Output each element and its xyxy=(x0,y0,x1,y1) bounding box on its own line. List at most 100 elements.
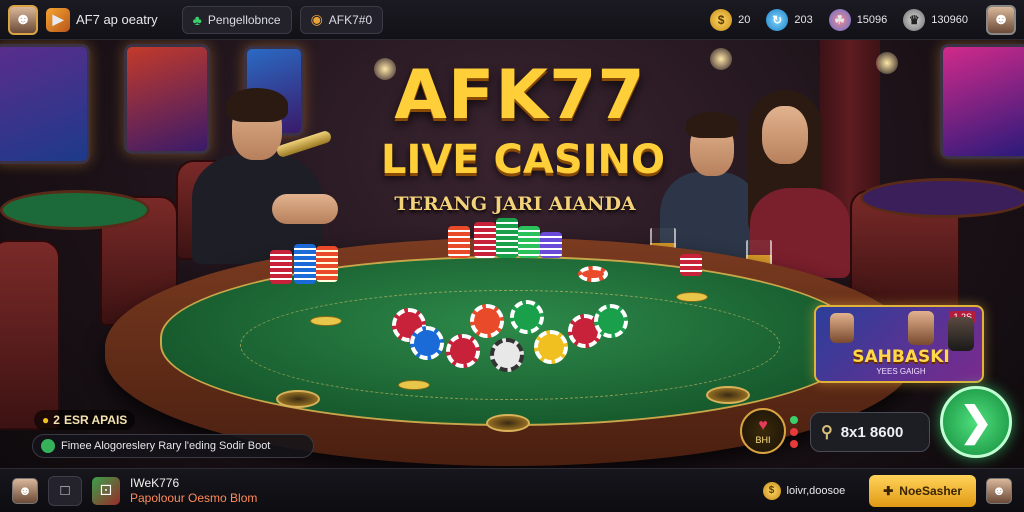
table-cup-holder xyxy=(706,386,750,404)
reward-button[interactable]: ♥ BHI xyxy=(740,408,786,454)
bet-amount-value: 8x1 8600 xyxy=(840,423,904,441)
promo-card[interactable]: 1.2S SAHBASKI YEES GAIGH xyxy=(814,305,984,383)
player-left-arm xyxy=(272,194,338,224)
stat-chips-value: 203 xyxy=(794,13,813,26)
dice-icon: ⚀ xyxy=(99,482,113,498)
chip-stack xyxy=(270,250,292,284)
casino-lobby-screen: ☻ ▶ AF7 ap oeatry ♣ Pengellobnce ◉ AFK7#… xyxy=(0,0,1024,512)
red-dot-icon xyxy=(790,440,798,448)
play-arrow-icon: ❯ xyxy=(959,400,993,444)
players-online-icon: ● xyxy=(42,413,50,427)
hero-tagline: TERANG JARI AIANDA xyxy=(394,193,636,215)
user-avatar[interactable]: ☻ xyxy=(12,477,38,504)
ticker-dot-icon xyxy=(41,439,55,453)
players-online-label: ESR APAIS xyxy=(63,413,128,427)
chip-icon: ↻ xyxy=(766,8,789,31)
cta-label: NoeSasher xyxy=(899,483,962,498)
wall-lamp-2 xyxy=(876,52,898,74)
chip-stack xyxy=(294,244,316,284)
players-online-count: 2 xyxy=(53,413,60,427)
menu-button[interactable]: □ xyxy=(48,475,82,506)
poker-chip xyxy=(410,326,444,360)
chip-stack xyxy=(474,222,496,258)
profile-avatar[interactable]: ☻ xyxy=(8,4,38,35)
pill-promotion[interactable]: ♣ Pengellobnce xyxy=(181,5,292,34)
player-right-woman-head xyxy=(762,106,808,164)
clock-icon: ◉ xyxy=(310,11,323,27)
plus-icon: ✚ xyxy=(883,483,894,498)
promo-avatar xyxy=(830,313,854,343)
chip-stack xyxy=(496,218,518,258)
poker-chip xyxy=(594,304,628,338)
clover-icon: ♣ xyxy=(192,11,202,28)
ticker-text: Fimee Alogoreslery Rary l'eding Sodir Bo… xyxy=(61,440,271,452)
bet-amount-box[interactable]: ⚲ 8x1 8600 xyxy=(810,412,930,452)
slot-machine-left xyxy=(0,44,90,164)
support-avatar[interactable]: ☻ xyxy=(986,477,1012,504)
bottom-bar: ☻ □ ⚀ IWeK776 Papoloour Oesmo Blom $ loi… xyxy=(0,468,1024,512)
pill-game-id[interactable]: ◉ AFK7#0 xyxy=(299,5,384,34)
trumpet xyxy=(275,129,333,159)
heart-icon: ♥ xyxy=(758,417,768,434)
game-name: IWeK776 xyxy=(130,476,180,491)
table-cup-holder xyxy=(276,390,320,408)
brand-logo-icon: ▶ xyxy=(46,7,70,32)
player-left-hair xyxy=(226,88,288,122)
indicator-dots xyxy=(788,416,800,452)
wallet-info[interactable]: $ loivr,doosoe xyxy=(762,481,846,500)
gift-icon: ☘ xyxy=(828,8,851,31)
promo-subtitle: YEES GAIGH xyxy=(876,367,926,376)
key-icon: ⚲ xyxy=(821,424,833,441)
chip-stack xyxy=(448,226,470,258)
trophy-icon: ♛ xyxy=(903,8,926,31)
stat-chips[interactable]: ↻ 203 xyxy=(766,8,813,31)
hero-subtitle: LIVE CASINO xyxy=(380,137,666,183)
right-avatar[interactable]: ☻ xyxy=(986,4,1016,35)
stat-gifts-value: 15096 xyxy=(856,13,888,26)
stat-trophies-value: 130960 xyxy=(931,13,968,26)
news-ticker[interactable]: Fimee Alogoreslery Rary l'eding Sodir Bo… xyxy=(32,434,314,458)
wall-lamp-3 xyxy=(710,48,732,70)
square-icon: □ xyxy=(60,482,70,499)
poker-chip xyxy=(534,330,568,364)
stat-trophies[interactable]: ♛ 130960 xyxy=(903,8,968,31)
table-marker xyxy=(676,292,708,302)
promo-avatar xyxy=(948,317,974,351)
game-info: IWeK776 Papoloour Oesmo Blom xyxy=(130,476,257,505)
poker-chip xyxy=(578,266,608,282)
player-right-man-hair xyxy=(686,112,738,138)
pill-game-id-label: AFK7#0 xyxy=(328,12,373,27)
hero-title: AFK77 xyxy=(394,56,646,135)
wallet-label: loivr,doosoe xyxy=(786,484,846,497)
chair xyxy=(0,240,60,430)
reward-label: BHI xyxy=(755,435,771,445)
table-cup-holder xyxy=(486,414,530,432)
poker-chip xyxy=(446,334,480,368)
stat-gifts[interactable]: ☘ 15096 xyxy=(828,8,888,31)
chip-stack xyxy=(540,232,562,258)
pill-promotion-label: Pengellobnce xyxy=(207,12,281,27)
poker-chip xyxy=(470,304,504,338)
side-table-left xyxy=(0,190,150,230)
play-button[interactable]: ❯ xyxy=(940,386,1012,458)
brand-label: AF7 ap oeatry xyxy=(76,12,158,27)
poker-chip xyxy=(490,338,524,372)
top-bar: ☻ ▶ AF7 ap oeatry ♣ Pengellobnce ◉ AFK7#… xyxy=(0,0,1024,40)
stat-coins-value: 20 xyxy=(738,13,751,26)
stat-coins[interactable]: $ 20 xyxy=(710,8,751,31)
table-marker xyxy=(310,316,342,326)
green-dot-icon xyxy=(790,416,798,424)
chip-stack xyxy=(518,226,540,258)
poker-chip xyxy=(510,300,544,334)
red-dot-icon xyxy=(790,428,798,436)
players-online-badge: ● 2 ESR APAIS xyxy=(34,410,136,430)
cta-button[interactable]: ✚ NoeSasher xyxy=(869,474,976,507)
promo-avatar xyxy=(908,311,934,345)
game-thumbnail[interactable]: ⚀ xyxy=(92,476,120,505)
game-subtitle: Papoloour Oesmo Blom xyxy=(130,490,258,505)
brand[interactable]: ▶ AF7 ap oeatry xyxy=(46,7,158,32)
wallet-coin-icon: $ xyxy=(762,481,781,500)
promo-title: SAHBASKI xyxy=(852,347,950,367)
slot-machine-right xyxy=(940,44,1024,159)
side-table-right xyxy=(860,178,1024,218)
